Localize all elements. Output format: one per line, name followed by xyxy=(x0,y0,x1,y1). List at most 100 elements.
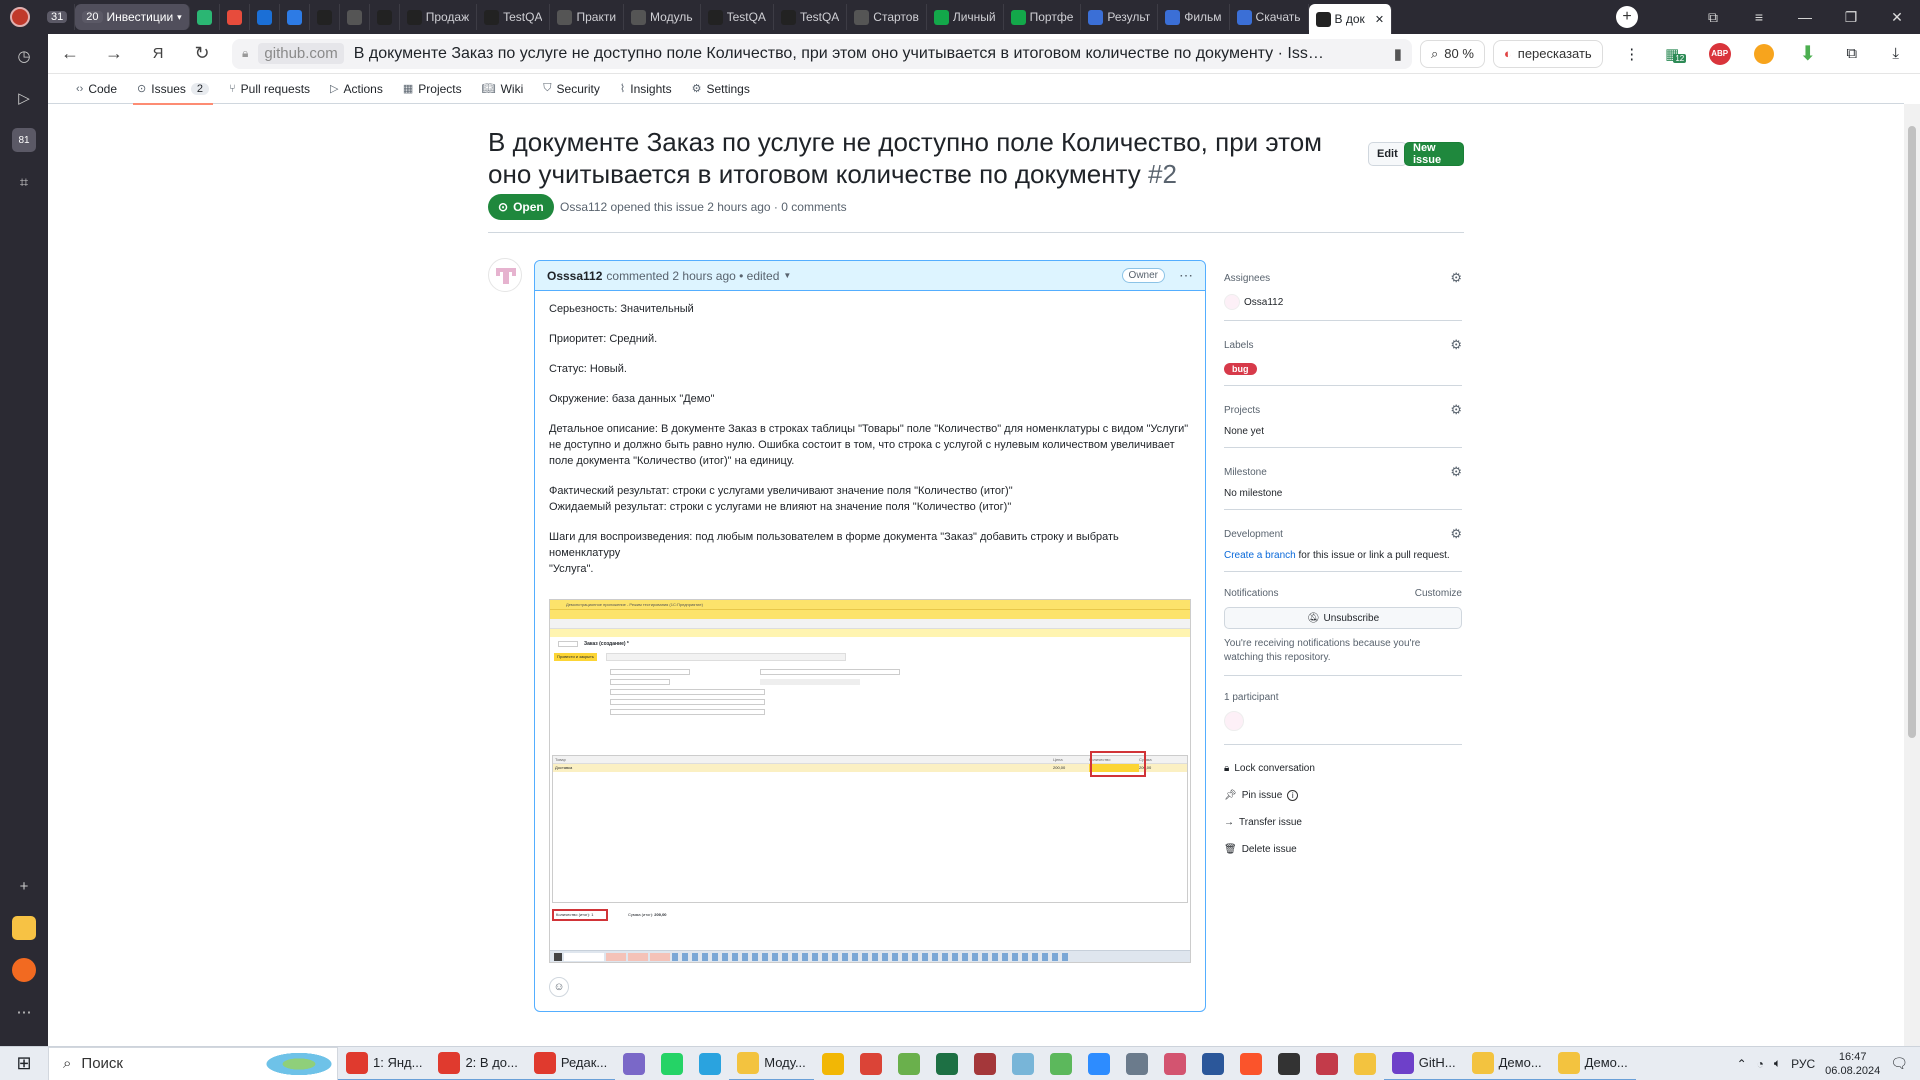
gear-icon[interactable]: ⚙ xyxy=(1450,402,1462,418)
browser-tab[interactable] xyxy=(220,4,250,30)
browser-tab[interactable] xyxy=(340,4,370,30)
taskbar-item[interactable] xyxy=(1308,1047,1346,1080)
taskbar-item[interactable] xyxy=(966,1047,1004,1080)
windows-start-icon[interactable]: ⊞ xyxy=(0,1047,48,1080)
history-icon[interactable]: ◷ xyxy=(12,44,36,68)
url-field[interactable]: 🔒︎ github.com В документе Заказ по услуг… xyxy=(232,38,1412,69)
repo-tab-insights[interactable]: ⌇ Insights xyxy=(610,74,682,104)
wifi-icon[interactable]: ◔ xyxy=(1757,1057,1764,1071)
taskbar-item[interactable] xyxy=(653,1047,691,1080)
browser-tab[interactable]: Портфе xyxy=(1004,4,1082,30)
taskbar-item[interactable] xyxy=(615,1047,653,1080)
bookmark-icon[interactable]: ▮ xyxy=(1394,45,1402,63)
taskbar-item[interactable]: Демо... xyxy=(1463,1047,1550,1080)
attached-screenshot[interactable]: Демонстрационное приложение - Режим тест… xyxy=(549,599,1191,963)
menu-icon[interactable]: ≡ xyxy=(1736,0,1782,34)
profile-icon[interactable] xyxy=(0,0,40,34)
taskbar-item[interactable]: 2: В до... xyxy=(430,1047,526,1080)
assignee-name[interactable]: Ossa112 xyxy=(1244,297,1283,308)
browser-tab[interactable]: TestQA xyxy=(477,4,551,30)
gear-icon[interactable]: ⚙ xyxy=(1450,270,1462,286)
repo-tab-code[interactable]: ‹› Code xyxy=(66,74,127,104)
extension-table-icon[interactable]: ▦ 12 xyxy=(1661,39,1691,69)
language-indicator[interactable]: РУС xyxy=(1791,1057,1815,1071)
tab-group[interactable]: 20 Инвестиции ▾ xyxy=(75,4,190,30)
screenshot-icon[interactable]: ⌗ xyxy=(12,170,36,194)
browser-tab[interactable]: Результ xyxy=(1081,4,1159,30)
extension-orange-icon[interactable] xyxy=(1749,39,1779,69)
more-horizontal-icon[interactable]: ⋯ xyxy=(12,1000,36,1024)
comment-author[interactable]: Osssa112 xyxy=(547,269,602,283)
counter-81-icon[interactable]: 81 xyxy=(12,128,36,152)
repo-tab-issues[interactable]: ⊙ Issues 2 xyxy=(127,74,219,105)
volume-icon[interactable]: 🔈︎ xyxy=(1774,1056,1781,1071)
browser-tab[interactable] xyxy=(310,4,340,30)
maximize-icon[interactable]: ❐ xyxy=(1828,0,1874,34)
taskbar-item[interactable] xyxy=(1232,1047,1270,1080)
repo-tab-settings[interactable]: ⚙ Settings xyxy=(682,74,760,104)
avatar[interactable] xyxy=(1224,711,1244,731)
lock-conversation-action[interactable]: 🔒︎ Lock conversation xyxy=(1224,755,1462,782)
adblock-icon[interactable]: ABP xyxy=(1705,39,1735,69)
scrollbar-thumb[interactable] xyxy=(1908,126,1916,738)
yandex-icon[interactable]: Я xyxy=(136,45,180,62)
browser-tab[interactable]: Скачать xyxy=(1230,4,1309,30)
download-helper-icon[interactable]: ⬇ xyxy=(1793,39,1823,69)
browser-tab[interactable] xyxy=(280,4,310,30)
issue-author-link[interactable]: Ossa112 xyxy=(560,200,607,214)
browser-tab[interactable]: TestQA xyxy=(774,4,848,30)
taskbar-item[interactable] xyxy=(814,1047,852,1080)
back-icon[interactable]: ← xyxy=(48,43,92,64)
unsubscribe-button[interactable]: 🔕︎ Unsubscribe xyxy=(1224,607,1462,629)
browser-tab[interactable]: Фильм xyxy=(1158,4,1230,30)
tabs-overview-icon[interactable]: ⧉ xyxy=(1690,0,1736,34)
browser-tab[interactable] xyxy=(370,4,400,30)
chevron-up-icon[interactable]: ⌃ xyxy=(1737,1057,1747,1071)
more-vertical-icon[interactable]: ⋮ xyxy=(1617,39,1647,69)
retell-button[interactable]: ◐ пересказать xyxy=(1492,39,1603,68)
browser-tab[interactable]: Практи xyxy=(550,4,625,30)
transfer-issue-action[interactable]: → Transfer issue xyxy=(1224,809,1462,836)
customize-link[interactable]: Customize xyxy=(1415,588,1462,599)
add-icon[interactable]: + xyxy=(12,874,36,898)
chevron-down-icon[interactable]: ▼ xyxy=(783,271,791,280)
gear-icon[interactable]: ⚙ xyxy=(1450,464,1462,480)
close-window-icon[interactable]: ✕ xyxy=(1874,0,1920,34)
new-tab-button[interactable]: + xyxy=(1604,0,1650,34)
taskbar-item[interactable]: Демо... xyxy=(1549,1047,1636,1080)
taskbar-item[interactable]: Моду... xyxy=(729,1047,814,1080)
browser-tab[interactable]: Стартов xyxy=(847,4,927,30)
create-branch-link[interactable]: Create a branch xyxy=(1224,550,1296,561)
browser-tab[interactable]: В док ✕ xyxy=(1308,4,1393,34)
close-tab-icon[interactable]: ✕ xyxy=(1375,13,1384,26)
label-bug[interactable]: bug xyxy=(1224,363,1257,375)
collections-icon[interactable]: ⧉ xyxy=(1837,39,1867,69)
minimize-icon[interactable]: — xyxy=(1782,0,1828,34)
edit-button[interactable]: Edit xyxy=(1368,142,1407,166)
avatar[interactable] xyxy=(488,258,522,292)
notifications-icon[interactable]: 🗨︎ xyxy=(1890,1055,1908,1072)
taskbar-search-input[interactable]: ⌕ Поиск xyxy=(48,1046,338,1080)
browser-tab[interactable]: Продаж xyxy=(400,4,478,30)
repo-tab-actions[interactable]: ▷ Actions xyxy=(320,74,393,104)
taskbar-item[interactable] xyxy=(691,1047,729,1080)
taskbar-item[interactable] xyxy=(1156,1047,1194,1080)
gear-icon[interactable]: ⚙ xyxy=(1450,337,1462,353)
new-issue-button[interactable]: New issue xyxy=(1404,142,1464,166)
clock[interactable]: 16:47 06.08.2024 xyxy=(1825,1050,1880,1078)
browser-tab[interactable]: Модуль xyxy=(624,4,701,30)
taskbar-item[interactable]: GitH... xyxy=(1383,1047,1464,1080)
taskbar-item[interactable] xyxy=(852,1047,890,1080)
taskbar-item[interactable] xyxy=(1346,1047,1384,1080)
browser-tab[interactable]: TestQA xyxy=(701,4,774,30)
repo-tab-projects[interactable]: ▦ Projects xyxy=(393,74,472,104)
pin-issue-action[interactable]: 📌︎ Pin issue i xyxy=(1224,782,1462,809)
downloads-icon[interactable]: ⤓ xyxy=(1881,39,1911,69)
browser-tab[interactable]: Личный xyxy=(927,4,1004,30)
repo-tab-pull-requests[interactable]: ⑂ Pull requests xyxy=(219,74,320,104)
taskbar-item[interactable] xyxy=(1270,1047,1308,1080)
info-icon[interactable]: i xyxy=(1287,790,1299,801)
app-orange-icon[interactable] xyxy=(12,958,36,982)
browser-tab[interactable] xyxy=(250,4,280,30)
taskbar-item[interactable]: 1: Янд... xyxy=(338,1047,431,1080)
